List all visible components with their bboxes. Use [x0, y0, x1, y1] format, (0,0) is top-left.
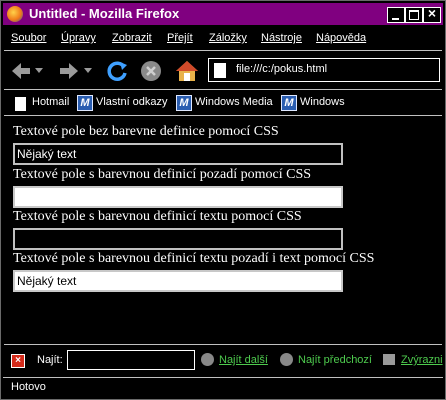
maximize-icon [409, 10, 419, 20]
close-icon: × [427, 5, 437, 21]
page-icon [214, 63, 226, 78]
menu-view[interactable]: Zobrazit [112, 32, 152, 44]
title-bar: Untitled - Mozilla Firefox × [3, 3, 443, 25]
find-label: Najít: [37, 354, 63, 366]
close-button[interactable]: × [423, 5, 441, 23]
find-previous-button[interactable]: Najít předchozí [298, 354, 372, 366]
find-bar: × Najít: Najít další Najít předchozí Zvý… [1, 345, 445, 375]
msn-icon: M [176, 95, 192, 111]
msn-icon: M [281, 95, 297, 111]
bookmark-hotmail[interactable]: Hotmail [32, 96, 69, 108]
text-field-1[interactable]: Nějaký text [13, 143, 343, 165]
back-dropdown-icon[interactable] [35, 68, 43, 74]
forward-dropdown-icon[interactable] [84, 68, 92, 74]
bookmark-page-icon [15, 97, 26, 111]
field-label-2: Textové pole s barevnou definicí pozadí … [13, 167, 312, 182]
field-label-1: Textové pole bez barevne definice pomocí… [13, 124, 279, 139]
menu-help[interactable]: Nápověda [316, 32, 366, 44]
minimize-icon [392, 18, 399, 20]
find-close-icon[interactable]: × [11, 354, 25, 368]
bookmark-windows[interactable]: Windows [300, 96, 345, 108]
bookmarks-toolbar: Hotmail M Vlastní odkazy M Windows Media… [1, 91, 445, 115]
window-title: Untitled - Mozilla Firefox [29, 6, 180, 21]
bookmark-windows-media[interactable]: Windows Media [195, 96, 273, 108]
minimize-button[interactable] [387, 7, 405, 23]
stop-icon[interactable] [139, 59, 163, 83]
menu-bookmarks[interactable]: Záložky [209, 32, 247, 44]
status-text: Hotovo [11, 381, 46, 393]
url-bar[interactable]: file:///c:/pokus.html [208, 58, 440, 82]
reload-icon[interactable] [105, 59, 129, 83]
separator [4, 50, 442, 51]
find-next-button[interactable]: Najít další [219, 354, 268, 366]
field-label-3: Textové pole s barevnou definicí textu p… [13, 209, 302, 224]
separator [4, 115, 442, 116]
menu-file[interactable]: Soubor [11, 32, 46, 44]
field-label-4: Textové pole s barevnou definicí textu p… [13, 251, 375, 266]
separator [4, 89, 442, 90]
page-content: Textové pole bez barevne definice pomocí… [3, 117, 443, 343]
menu-bar: Soubor Úpravy Zobrazit Přejít Záložky Ná… [1, 27, 445, 49]
msn-icon: M [77, 95, 93, 111]
highlight-icon [383, 354, 395, 365]
forward-icon[interactable] [57, 59, 81, 83]
text-field-3[interactable] [13, 228, 343, 250]
menu-edit[interactable]: Úpravy [61, 32, 96, 44]
status-bar: Hotovo [3, 377, 443, 398]
find-input[interactable] [67, 350, 195, 370]
highlight-button[interactable]: Zvýrazni [401, 354, 443, 366]
url-text: file:///c:/pokus.html [236, 63, 328, 75]
browser-window: Untitled - Mozilla Firefox × Soubor Úpra… [0, 0, 446, 400]
text-field-2[interactable] [13, 186, 343, 208]
find-previous-icon [280, 353, 293, 366]
home-icon[interactable] [175, 59, 199, 83]
maximize-button[interactable] [405, 7, 423, 23]
menu-go[interactable]: Přejít [167, 32, 193, 44]
firefox-icon [7, 6, 23, 22]
find-next-icon [201, 353, 214, 366]
menu-tools[interactable]: Nástroje [261, 32, 302, 44]
back-icon[interactable] [9, 59, 33, 83]
bookmark-custom-links[interactable]: Vlastní odkazy [96, 96, 168, 108]
text-field-4[interactable]: Nějaký text [13, 270, 343, 292]
